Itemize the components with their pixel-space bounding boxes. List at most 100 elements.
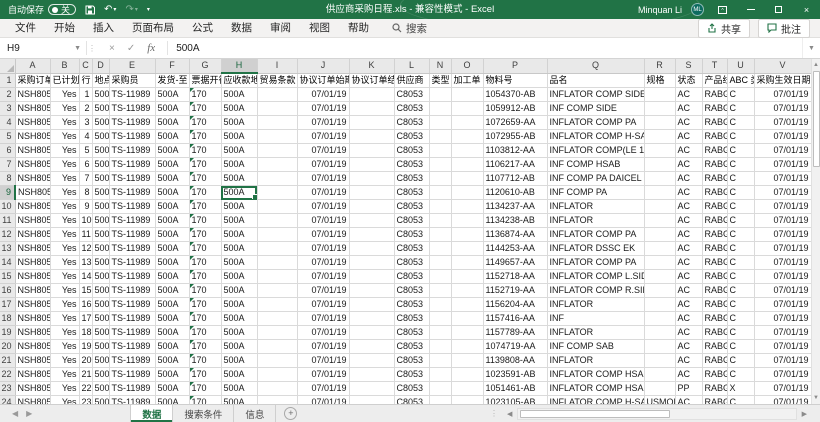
grid-cell[interactable]: TS-11989 (109, 228, 155, 242)
grid-cell[interactable] (644, 256, 675, 270)
grid-cell[interactable]: C (727, 396, 754, 405)
grid-cell[interactable]: 500A (92, 88, 109, 102)
grid-cell[interactable]: 500A (221, 396, 257, 405)
grid-cell[interactable]: C8053 (394, 298, 429, 312)
grid-cell[interactable]: 贸易条款 (257, 73, 297, 88)
grid-cell[interactable]: TS-11989 (109, 312, 155, 326)
grid-cell[interactable]: AC (675, 214, 702, 228)
grid-cell[interactable]: TS-11989 (109, 256, 155, 270)
column-header-I[interactable]: I (257, 59, 297, 73)
grid-cell[interactable]: 07/01/19 (297, 102, 349, 116)
grid-cell[interactable]: TS-11989 (109, 172, 155, 186)
grid-cell[interactable]: C (727, 326, 754, 340)
grid-cell[interactable]: C (727, 284, 754, 298)
grid-cell[interactable]: TS-11989 (109, 326, 155, 340)
grid-cell[interactable]: INFLATOR (547, 354, 644, 368)
grid-cell[interactable]: AC (675, 200, 702, 214)
ribbon-tab-3[interactable]: 页面布局 (123, 19, 183, 38)
grid-cell[interactable]: INFLATOR COMP HSAB (547, 368, 644, 382)
grid-cell[interactable] (451, 298, 483, 312)
grid-cell[interactable] (644, 228, 675, 242)
grid-cell[interactable] (257, 382, 297, 396)
name-box-dropdown-icon[interactable]: ▼ (74, 45, 81, 52)
grid-cell[interactable]: 07/01/19 (754, 396, 811, 405)
grid-cell[interactable] (349, 396, 394, 405)
grid-cell[interactable] (257, 158, 297, 172)
grid-cell[interactable]: 07/01/19 (754, 102, 811, 116)
grid-cell[interactable] (644, 158, 675, 172)
name-box[interactable]: H9 ▼ (0, 38, 86, 58)
grid-cell[interactable]: C (727, 200, 754, 214)
grid-cell[interactable]: 500A (221, 130, 257, 144)
grid-cell[interactable]: 07/01/19 (754, 382, 811, 396)
grid-cell[interactable]: 18 (79, 326, 92, 340)
grid-cell[interactable]: ABC 类 (727, 73, 754, 88)
ribbon-tab-8[interactable]: 帮助 (339, 19, 378, 38)
grid-cell[interactable] (644, 186, 675, 200)
grid-cell[interactable]: RABG (702, 354, 727, 368)
grid-cell[interactable] (349, 326, 394, 340)
grid-cell[interactable]: 07/01/19 (297, 368, 349, 382)
grid-cell[interactable] (257, 326, 297, 340)
close-button[interactable]: × (797, 0, 816, 19)
grid-cell[interactable] (644, 382, 675, 396)
grid-cell[interactable] (644, 242, 675, 256)
grid-cell[interactable]: C8053 (394, 284, 429, 298)
grid-cell[interactable]: 发货-至 (155, 73, 189, 88)
grid-cell[interactable]: 07/01/19 (754, 340, 811, 354)
grid-cell[interactable] (451, 228, 483, 242)
grid-cell[interactable]: 500A (221, 116, 257, 130)
grid-cell[interactable] (349, 298, 394, 312)
grid-cell[interactable]: TS-11989 (109, 242, 155, 256)
grid-cell[interactable]: 170 (189, 116, 221, 130)
grid-cell[interactable]: 170 (189, 242, 221, 256)
sheet-tab-1[interactable]: 搜索条件 (173, 405, 234, 422)
column-header-P[interactable]: P (483, 59, 547, 73)
grid-cell[interactable]: INFLATOR COMP PA (547, 256, 644, 270)
grid-cell[interactable] (429, 200, 451, 214)
grid-cell[interactable]: NSH8053 (15, 354, 50, 368)
grid-cell[interactable]: 500A (155, 284, 189, 298)
grid-cell[interactable]: 1072955-AB (483, 130, 547, 144)
grid-cell[interactable] (451, 144, 483, 158)
grid-cell[interactable]: C8053 (394, 172, 429, 186)
grid-cell[interactable]: 500A (92, 116, 109, 130)
grid-cell[interactable]: Yes (50, 144, 79, 158)
grid-cell[interactable]: 1136874-AA (483, 228, 547, 242)
row-header-6[interactable]: 6 (0, 144, 15, 158)
grid-cell[interactable]: 500A (92, 270, 109, 284)
grid-cell[interactable]: 8 (79, 186, 92, 200)
column-header-N[interactable]: N (429, 59, 451, 73)
grid-cell[interactable] (429, 242, 451, 256)
grid-cell[interactable]: RABG (702, 200, 727, 214)
grid-cell[interactable]: 07/01/19 (297, 284, 349, 298)
grid-cell[interactable]: Yes (50, 270, 79, 284)
grid-cell[interactable] (349, 242, 394, 256)
grid-cell[interactable]: 12 (79, 242, 92, 256)
grid-cell[interactable]: 170 (189, 298, 221, 312)
grid-cell[interactable]: 07/01/19 (297, 228, 349, 242)
row-header-14[interactable]: 14 (0, 256, 15, 270)
grid-cell[interactable]: 1072659-AA (483, 116, 547, 130)
grid-cell[interactable]: 500A (155, 270, 189, 284)
grid-cell[interactable]: 500A (92, 354, 109, 368)
grid-cell[interactable]: 07/01/19 (754, 312, 811, 326)
grid-cell[interactable]: 500A (155, 382, 189, 396)
row-header-3[interactable]: 3 (0, 102, 15, 116)
grid-cell[interactable]: 07/01/19 (297, 298, 349, 312)
column-header-H[interactable]: H (221, 59, 257, 73)
ribbon-tab-1[interactable]: 开始 (45, 19, 84, 38)
grid-cell[interactable]: AC (675, 298, 702, 312)
grid-cell[interactable] (644, 130, 675, 144)
grid-cell[interactable]: 500A (92, 368, 109, 382)
grid-cell[interactable]: 1149657-AA (483, 256, 547, 270)
horizontal-scroll-thumb[interactable] (520, 410, 670, 418)
grid-cell[interactable]: 类型 (429, 73, 451, 88)
grid-cell[interactable] (349, 284, 394, 298)
ribbon-display-options-button[interactable]: ^ (713, 0, 732, 19)
grid-cell[interactable] (349, 214, 394, 228)
grid-cell[interactable]: 500A (92, 340, 109, 354)
grid-cell[interactable] (429, 186, 451, 200)
grid-cell[interactable] (429, 382, 451, 396)
grid-cell[interactable]: Yes (50, 116, 79, 130)
